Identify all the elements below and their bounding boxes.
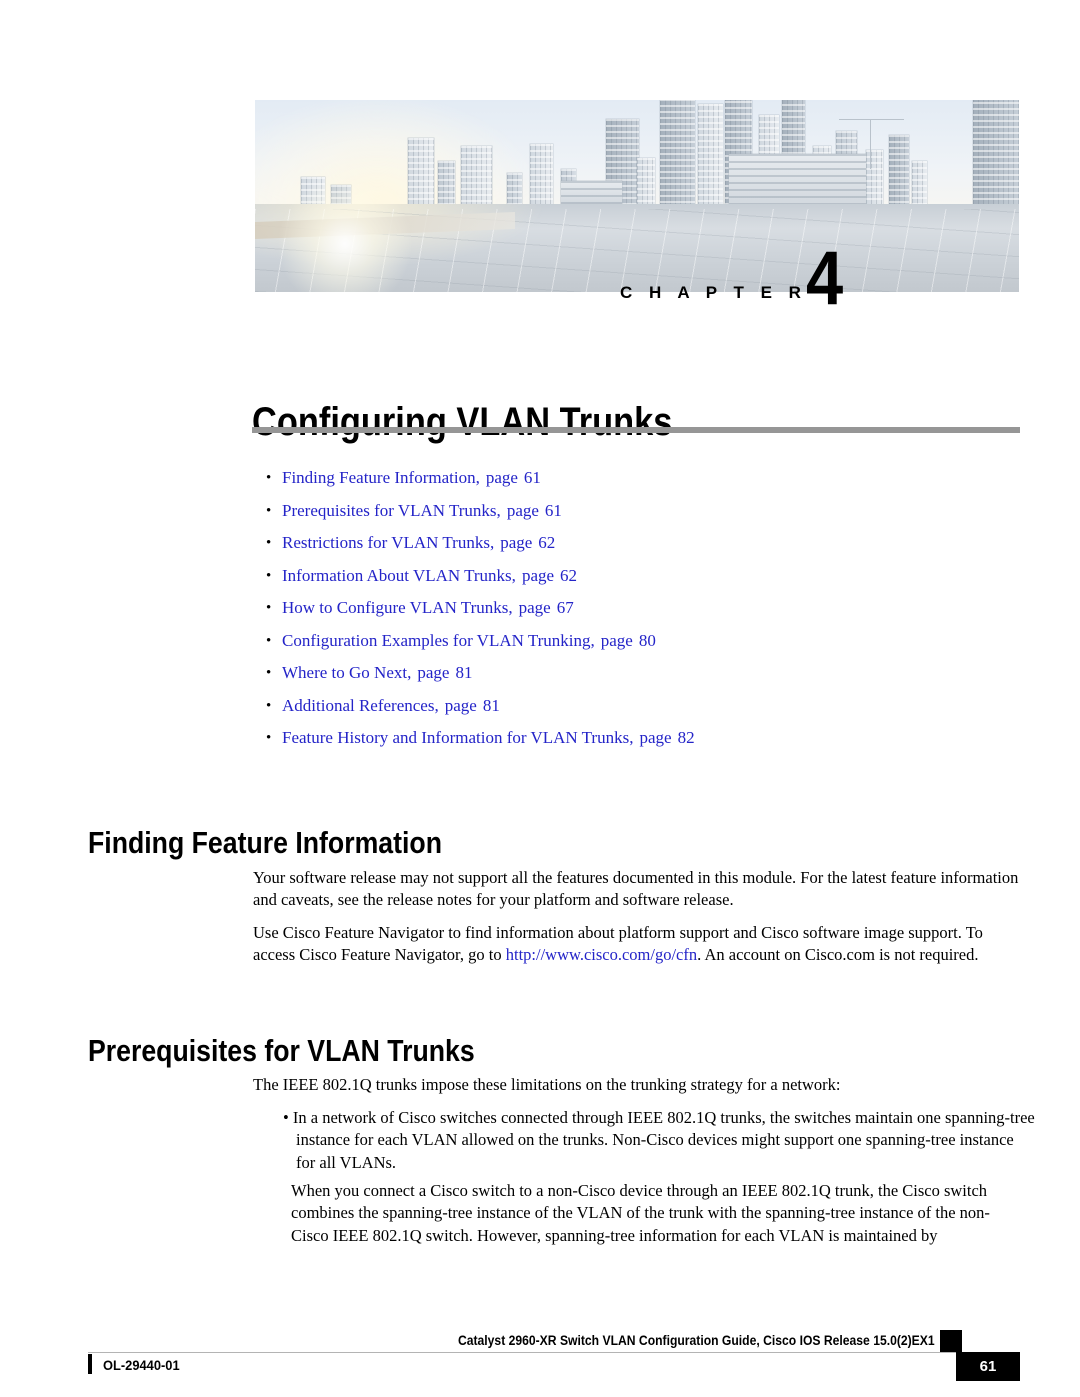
banner-building [637,157,656,204]
bullet-icon: • [266,470,272,486]
toc-page-label[interactable]: page [522,566,554,585]
bullet-icon: • [266,567,272,584]
paragraph-finding-2: Use Cisco Feature Navigator to find info… [253,922,1023,967]
banner-building [507,172,523,204]
list-item[interactable]: • How to Configure VLAN Trunks, page 67 [266,597,1006,630]
toc-link-title[interactable]: Prerequisites for VLAN Trunks, [282,501,501,520]
paragraph-finding-2-after: . An account on Cisco.com is not require… [697,945,979,964]
banner-building [438,161,456,204]
paragraph-prerequisites-intro: The IEEE 802.1Q trunks impose these limi… [253,1074,841,1094]
toc-link-title[interactable]: Restrictions for VLAN Trunks, [282,533,494,552]
bullet-icon: • [266,665,272,681]
bullet-icon: • [266,697,272,714]
toc-page-label[interactable]: page [507,501,539,520]
footer-page-number: 61 [956,1352,1020,1381]
bullet-icon: • [266,632,272,649]
bullet-icon: • [266,535,272,551]
toc-page-label[interactable]: page [519,598,551,617]
banner-low-building [560,180,622,204]
toc-page-number[interactable]: 61 [545,501,562,520]
bullet-icon: • [266,730,272,746]
chapter-toc-list: • Finding Feature Information, page 61 • Pre… [266,467,1006,760]
footer-document-title: Catalyst 2960-XR Switch VLAN Configurati… [458,1333,935,1348]
list-item[interactable]: • Where to Go Next, page 81 [266,662,1006,695]
footer-square-marker [940,1330,962,1352]
toc-page-label[interactable]: page [500,533,532,552]
banner-building [973,100,1019,204]
footer-tick-marker [88,1354,92,1374]
banner-building [866,149,883,204]
list-item[interactable]: • Configuration Examples for VLAN Trunkin… [266,630,1006,663]
section-heading-prerequisites-for-vlan-trunks: Prerequisites for VLAN Trunks [88,1032,475,1068]
paragraph-prerequisites-body: When you connect a Cisco switch to a non… [291,1180,990,1245]
banner-building [461,146,492,204]
toc-page-number[interactable]: 67 [557,598,574,617]
toc-page-label[interactable]: page [417,663,449,682]
banner-sun-flare [270,184,421,292]
list-item[interactable]: • Finding Feature Information, page 61 [266,467,1006,500]
bullet-icon: • [266,600,272,616]
chapter-banner-image [255,100,1019,292]
footer-document-id: OL-29440-01 [103,1357,180,1373]
toc-page-label[interactable]: page [639,728,671,747]
banner-building [889,134,909,204]
toc-page-number[interactable]: 82 [678,728,695,747]
chapter-number: 4 [806,236,844,321]
footer-divider [88,1352,1020,1353]
page-title: Configuring VLAN Trunks [252,399,673,444]
banner-building [912,161,928,204]
toc-page-number[interactable]: 80 [639,631,656,650]
toc-page-label[interactable]: page [601,631,633,650]
list-item-prerequisites-bullet: • In a network of Cisco switches connect… [283,1107,1035,1172]
chapter-label: C H A P T E R [620,283,807,302]
toc-link-title[interactable]: Feature History and Information for VLAN… [282,728,633,747]
toc-page-number[interactable]: 81 [483,696,500,715]
title-divider [252,427,1020,433]
toc-page-number[interactable]: 81 [455,663,472,682]
toc-link-title[interactable]: How to Configure VLAN Trunks, [282,598,513,617]
toc-page-number[interactable]: 62 [560,566,577,585]
toc-link-title[interactable]: Information About VLAN Trunks, [282,566,516,585]
bullet-icon: • [266,502,272,519]
toc-link-title[interactable]: Additional References, [282,696,439,715]
banner-building [659,100,696,204]
toc-link-title[interactable]: Where to Go Next, [282,663,411,682]
banner-building [530,144,553,204]
list-item[interactable]: • Prerequisites for VLAN Trunks, page 61 [266,500,1006,533]
banner-building [698,103,723,204]
toc-page-label[interactable]: page [486,468,518,487]
banner-low-building [728,153,867,204]
banner-crane-arm [839,119,905,121]
list-item[interactable]: • Restrictions for VLAN Trunks, page 62 [266,532,1006,565]
cisco-feature-navigator-link[interactable]: http://www.cisco.com/go/cfn [506,945,697,964]
toc-page-number[interactable]: 61 [524,468,541,487]
list-item[interactable]: • Information About VLAN Trunks, page 62 [266,565,1006,598]
section-heading-finding-feature-information: Finding Feature Information [88,824,442,860]
toc-page-number[interactable]: 62 [538,533,555,552]
toc-link-title[interactable]: Finding Feature Information, [282,468,480,487]
toc-page-label[interactable]: page [445,696,477,715]
list-item[interactable]: • Additional References, page 81 [266,695,1006,728]
toc-link-title[interactable]: Configuration Examples for VLAN Trunking… [282,631,595,650]
paragraph-finding-1: Your software release may not support al… [253,867,1019,910]
list-item[interactable]: • Feature History and Information for VLA… [266,727,1006,760]
banner-crane [870,119,872,170]
